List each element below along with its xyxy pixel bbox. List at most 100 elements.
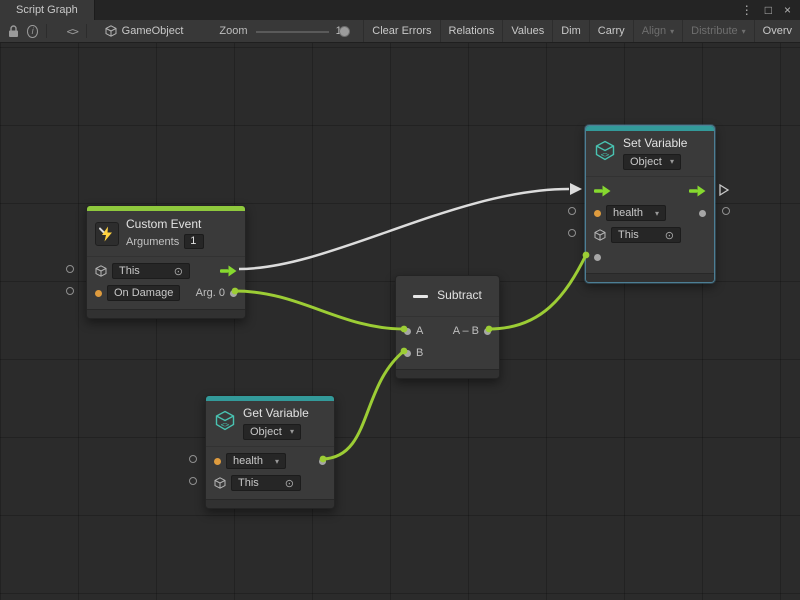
distribute-label: Distribute — [691, 25, 737, 37]
outside-port[interactable] — [189, 477, 197, 485]
outside-port[interactable] — [568, 207, 576, 215]
info-icon[interactable]: i — [27, 25, 37, 38]
node-set-variable[interactable]: <> Set Variable Object ▾ — [585, 125, 715, 283]
outside-port[interactable] — [66, 287, 74, 295]
this-object-field[interactable]: This ⊙ — [112, 263, 190, 279]
scope-dropdown[interactable]: Object ▾ — [623, 154, 681, 170]
variable-cube-icon: <> — [594, 140, 616, 167]
align-label: Align — [642, 25, 666, 37]
target-port-row: This ⊙ — [586, 224, 714, 246]
subtract-icon — [413, 295, 428, 298]
window-menu-icon[interactable]: ⋮ — [741, 4, 753, 16]
variable-name-dropdown[interactable]: health ▾ — [226, 453, 286, 469]
gameobject-cube-icon — [105, 25, 117, 37]
outside-port[interactable] — [189, 455, 197, 463]
outside-port[interactable] — [66, 265, 74, 273]
variable-name-row: health ▾ — [206, 450, 334, 472]
zoom-label: Zoom — [219, 25, 247, 37]
variable-name-dropdown[interactable]: health ▾ — [606, 205, 666, 221]
value-output-port[interactable] — [699, 210, 706, 217]
event-name-chip[interactable]: On Damage — [107, 285, 180, 301]
scope-label: Object — [630, 156, 662, 168]
this-object-field[interactable]: This ⊙ — [231, 475, 301, 491]
arg0-output-port[interactable] — [230, 290, 237, 297]
custom-event-header: Custom Event Arguments 1 — [87, 211, 245, 256]
arguments-label: Arguments — [126, 236, 179, 248]
variable-name-row: health ▾ — [586, 202, 714, 224]
event-input-port[interactable] — [95, 290, 102, 297]
svg-text:<>: <> — [221, 421, 229, 429]
tab-script-graph[interactable]: Script Graph — [0, 0, 95, 20]
lock-icon[interactable] — [6, 20, 21, 42]
chevron-down-icon: ▾ — [275, 457, 279, 466]
value-input-port[interactable] — [594, 254, 601, 261]
toolbar-separator — [86, 24, 87, 38]
value-input-row — [586, 246, 714, 268]
carry-button[interactable]: Carry — [589, 20, 633, 42]
arg0-label: Arg. 0 — [196, 287, 225, 299]
gameobject-cube-icon — [594, 229, 606, 241]
code-icon[interactable]: <> — [67, 25, 78, 38]
values-button[interactable]: Values — [502, 20, 552, 42]
chevron-down-icon: ▾ — [670, 157, 674, 166]
value-wire-getvar-to-b — [323, 351, 404, 459]
zoom-slider-handle[interactable] — [339, 26, 350, 37]
outside-port[interactable] — [722, 207, 730, 215]
variable-name-port[interactable] — [594, 210, 601, 217]
variable-name-label: health — [233, 455, 263, 467]
toolbar-separator — [46, 24, 47, 38]
node-custom-event[interactable]: Custom Event Arguments 1 This ⊙ — [86, 205, 246, 319]
value-output-port[interactable] — [319, 458, 326, 465]
node-get-variable[interactable]: <> Get Variable Object ▾ health ▾ — [205, 395, 335, 509]
output-port[interactable] — [484, 328, 491, 335]
chevron-down-icon: ▾ — [290, 427, 294, 436]
input-b-row: B — [396, 342, 499, 364]
target-picker-icon[interactable]: ⊙ — [665, 229, 674, 242]
subtract-header: Subtract — [396, 276, 499, 316]
node-subtract[interactable]: Subtract A A – B B — [395, 275, 500, 379]
zoom-slider[interactable] — [256, 20, 329, 42]
tab-label: Script Graph — [16, 4, 78, 16]
outside-port[interactable] — [568, 229, 576, 237]
flow-output-port[interactable] — [220, 265, 237, 277]
event-name-label: On Damage — [114, 287, 173, 299]
node-title: Custom Event — [126, 218, 204, 232]
set-variable-ports: health ▾ This ⊙ — [586, 176, 714, 273]
input-a-port[interactable] — [404, 328, 411, 335]
variable-name-port[interactable] — [214, 458, 221, 465]
relations-button[interactable]: Relations — [440, 20, 503, 42]
flow-wire-arrowhead — [570, 183, 582, 195]
overview-button[interactable]: Overv — [754, 20, 800, 42]
dim-button[interactable]: Dim — [552, 20, 589, 42]
input-b-port[interactable] — [404, 350, 411, 357]
target-picker-icon[interactable]: ⊙ — [285, 477, 294, 490]
gameobject-selector[interactable]: GameObject — [95, 20, 194, 42]
node-footer — [206, 499, 334, 508]
node-title: Get Variable — [243, 407, 309, 421]
flow-output-port[interactable] — [689, 185, 706, 197]
zoom-slider-track — [256, 31, 329, 33]
arguments-input[interactable]: 1 — [184, 234, 204, 249]
node-footer — [396, 369, 499, 378]
flow-port-row — [586, 180, 714, 202]
node-title: Set Variable — [623, 137, 687, 151]
flow-continuation-icon[interactable] — [718, 183, 730, 202]
gameobject-cube-icon — [95, 265, 107, 277]
flow-input-port[interactable] — [594, 185, 611, 197]
clear-errors-button[interactable]: Clear Errors — [363, 20, 439, 42]
titlebar: Script Graph ⋮ □ × — [0, 0, 800, 20]
this-object-field[interactable]: This ⊙ — [611, 227, 681, 243]
flow-wire — [239, 189, 569, 269]
event-port-row: On Damage Arg. 0 — [87, 282, 245, 304]
chevron-down-icon: ▾ — [742, 27, 746, 36]
maximize-icon[interactable]: □ — [765, 4, 772, 16]
graph-toolbar: i <> GameObject Zoom 1x Clear Errors Rel… — [0, 20, 800, 43]
graph-canvas[interactable]: Custom Event Arguments 1 This ⊙ — [0, 43, 800, 600]
scope-dropdown[interactable]: Object ▾ — [243, 424, 301, 440]
target-picker-icon[interactable]: ⊙ — [174, 265, 183, 278]
set-variable-header: <> Set Variable Object ▾ — [586, 131, 714, 176]
target-port-row: This ⊙ — [206, 472, 334, 494]
svg-text:<>: <> — [601, 151, 609, 159]
close-icon[interactable]: × — [784, 4, 791, 16]
input-b-label: B — [416, 347, 423, 359]
